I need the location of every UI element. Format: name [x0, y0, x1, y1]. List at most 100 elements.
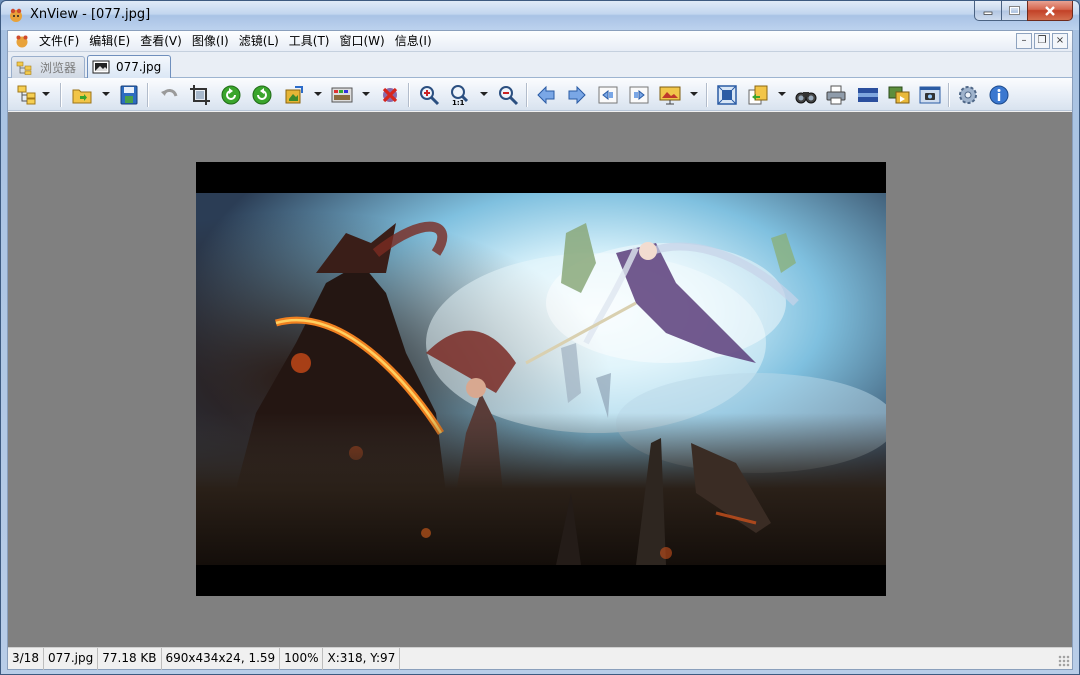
title-bar[interactable]: XnView - [077.jpg] — [1, 1, 1079, 30]
browser-button[interactable] — [16, 84, 38, 106]
capture-icon — [919, 86, 941, 104]
undo-icon — [161, 89, 178, 97]
adjust-dropdown-arrow[interactable] — [362, 92, 370, 96]
slideshow-dropdown-arrow[interactable] — [690, 92, 698, 96]
slideshow-button[interactable] — [659, 84, 681, 106]
browser-dropdown-arrow[interactable] — [42, 92, 50, 96]
find-icon — [795, 92, 817, 104]
print-icon — [826, 85, 846, 105]
zoom-dropdown-arrow[interactable] — [480, 92, 488, 96]
crop-icon — [190, 85, 210, 105]
zoom-out-icon — [499, 86, 519, 106]
rotate-left-icon — [221, 85, 241, 105]
app-window: XnView - [077.jpg] 文件(F) 编辑(E) 查看(V) 图像(… — [0, 0, 1080, 675]
undo-button[interactable] — [158, 84, 180, 106]
menu-window[interactable]: 窗口(W) — [335, 31, 388, 52]
info-button[interactable] — [988, 84, 1010, 106]
settings-icon — [959, 86, 977, 104]
mdi-restore-button[interactable]: ❐ — [1034, 33, 1050, 49]
status-cursor-position: X:318, Y:97 — [323, 648, 401, 670]
image-canvas[interactable] — [196, 162, 886, 596]
fullscreen-icon — [717, 85, 737, 105]
first-page-icon — [598, 86, 618, 104]
transform-dropdown-arrow[interactable] — [314, 92, 322, 96]
status-zoom: 100% — [280, 648, 324, 670]
document-logo-icon[interactable] — [14, 34, 30, 48]
mdi-minimize-button[interactable]: – — [1016, 33, 1032, 49]
batch-convert-button[interactable] — [888, 84, 910, 106]
image-viewer[interactable] — [8, 112, 1072, 647]
rotate-right-icon — [252, 85, 272, 105]
delete-icon — [382, 87, 398, 103]
toolbar-separator — [706, 83, 708, 107]
info-icon — [989, 85, 1009, 105]
zoom-in-button[interactable] — [418, 84, 440, 106]
tab-image[interactable]: 077.jpg — [87, 55, 171, 78]
menu-image[interactable]: 图像(I) — [188, 31, 233, 52]
window-title: XnView - [077.jpg] — [30, 7, 151, 22]
menu-edit[interactable]: 编辑(E) — [85, 31, 134, 52]
print-button[interactable] — [825, 84, 847, 106]
toolbar-separator — [526, 83, 528, 107]
rotate-left-button[interactable] — [220, 84, 242, 106]
menu-info[interactable]: 信息(I) — [391, 31, 436, 52]
fullscreen-button[interactable] — [716, 84, 738, 106]
status-bar: 3/18 077.jpg 77.18 KB 690x434x24, 1.59 1… — [8, 647, 1072, 670]
open-dropdown-arrow[interactable] — [102, 92, 110, 96]
tab-browser-label: 浏览器 — [40, 61, 77, 75]
toolbar-separator — [948, 83, 950, 107]
mdi-close-button[interactable]: × — [1052, 33, 1068, 49]
status-filesize: 77.18 KB — [98, 648, 162, 670]
minimize-button[interactable] — [974, 1, 1001, 21]
scanner-icon — [858, 88, 878, 102]
last-page-button[interactable] — [628, 84, 650, 106]
tab-browser[interactable]: 浏览器 — [11, 56, 85, 78]
maximize-button[interactable] — [1001, 1, 1027, 21]
fantasy-battle-artwork-image — [196, 193, 886, 565]
find-button[interactable] — [795, 84, 817, 106]
previous-button[interactable] — [535, 84, 557, 106]
browser-tree-icon — [17, 85, 36, 105]
toolbar: 1:1 — [8, 78, 1072, 111]
zoom-out-button[interactable] — [497, 84, 519, 106]
tab-image-label: 077.jpg — [116, 60, 162, 74]
rotate-right-button[interactable] — [251, 84, 273, 106]
previous-icon — [537, 85, 555, 105]
maximize-icon — [1009, 6, 1020, 15]
minimize-icon — [983, 11, 993, 15]
menu-view[interactable]: 查看(V) — [136, 31, 186, 52]
convert-icon — [748, 85, 768, 105]
settings-button[interactable] — [957, 84, 979, 106]
open-button[interactable] — [71, 84, 93, 106]
resize-grip[interactable] — [1058, 655, 1070, 667]
menu-filter[interactable]: 滤镜(L) — [235, 31, 283, 52]
menu-tools[interactable]: 工具(T) — [285, 31, 334, 52]
menu-bar: 文件(F) 编辑(E) 查看(V) 图像(I) 滤镜(L) 工具(T) 窗口(W… — [8, 31, 1072, 52]
status-filename: 077.jpg — [44, 648, 99, 670]
convert-dropdown-arrow[interactable] — [778, 92, 786, 96]
client-area: 文件(F) 编辑(E) 查看(V) 图像(I) 滤镜(L) 工具(T) 窗口(W… — [7, 30, 1073, 670]
convert-button[interactable] — [747, 84, 769, 106]
xnview-logo-icon — [10, 8, 22, 22]
capture-button[interactable] — [919, 84, 941, 106]
zoom-1to1-icon: 1:1 — [451, 85, 469, 106]
close-button[interactable] — [1027, 1, 1073, 21]
first-page-button[interactable] — [597, 84, 619, 106]
tab-strip: 浏览器 077.jpg — [8, 52, 1072, 78]
toolbar-separator — [60, 83, 62, 107]
adjust-button[interactable] — [331, 84, 353, 106]
save-button[interactable] — [118, 84, 140, 106]
last-page-icon — [629, 86, 649, 104]
batch-convert-icon — [888, 86, 910, 104]
delete-button[interactable] — [379, 84, 401, 106]
close-icon — [1045, 5, 1055, 16]
scanner-button[interactable] — [857, 84, 879, 106]
menu-file[interactable]: 文件(F) — [35, 31, 83, 52]
next-button[interactable] — [566, 84, 588, 106]
toolbar-separator — [147, 83, 149, 107]
crop-button[interactable] — [189, 84, 211, 106]
transform-button[interactable] — [283, 84, 305, 106]
zoom-actual-button[interactable]: 1:1 — [449, 84, 471, 106]
svg-text:1:1: 1:1 — [452, 99, 465, 106]
status-index: 3/18 — [8, 648, 44, 670]
